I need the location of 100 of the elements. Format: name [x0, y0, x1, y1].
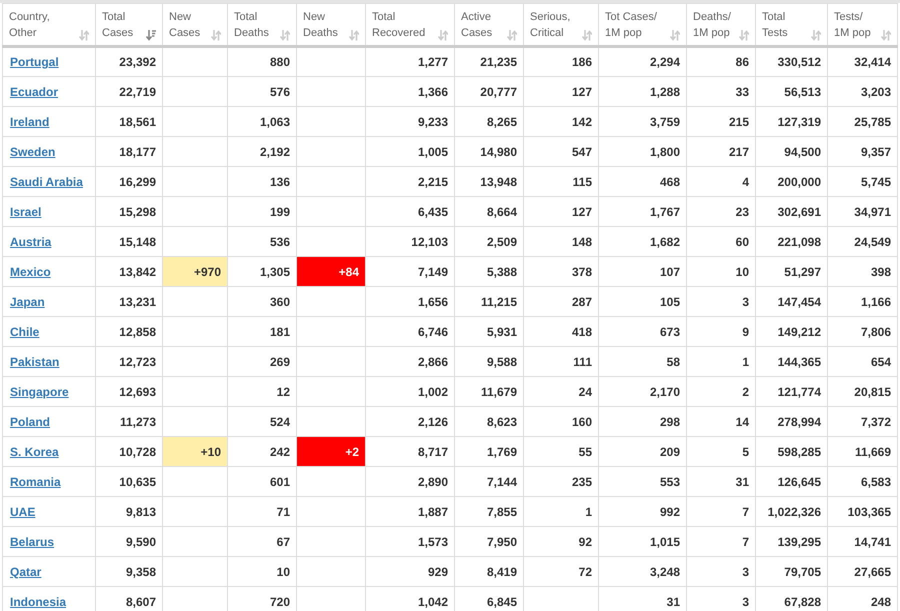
table-cell: 1,800: [598, 136, 686, 166]
country-link[interactable]: Ireland: [10, 114, 50, 128]
table-cell: 149,212: [756, 316, 828, 346]
column-header[interactable]: Total Recovered: [366, 4, 454, 46]
header-label: Deaths/ 1M pop: [693, 10, 731, 40]
table-cell: 576: [228, 76, 296, 106]
table-cell: 18,561: [96, 106, 162, 136]
table-cell: 24: [524, 376, 598, 406]
column-header[interactable]: Serious, Critical: [524, 4, 598, 46]
table-cell: 398: [828, 256, 898, 286]
table-cell: 115: [524, 166, 598, 196]
table-cell: [296, 166, 366, 196]
table-cell: 3: [686, 286, 756, 316]
column-header[interactable]: Total Deaths: [228, 4, 296, 46]
table-cell: [162, 526, 228, 556]
table-cell: 105: [598, 286, 686, 316]
table-cell: 598,285: [756, 436, 828, 466]
table-cell: 12,103: [366, 226, 454, 256]
table-cell: 7: [686, 496, 756, 526]
country-link[interactable]: UAE: [10, 504, 36, 518]
table-cell: 9,357: [828, 136, 898, 166]
table-cell: 536: [228, 226, 296, 256]
table-cell: 11,679: [454, 376, 524, 406]
header-label: Total Tests: [762, 10, 788, 40]
table-cell: [162, 346, 228, 376]
table-cell: 199: [228, 196, 296, 226]
column-header[interactable]: Total Tests: [756, 4, 828, 46]
table-cell: 12,723: [96, 346, 162, 376]
table-cell: 1,573: [366, 526, 454, 556]
table-cell: 1,767: [598, 196, 686, 226]
table-cell: 6,435: [366, 196, 454, 226]
table-cell: 1,769: [454, 436, 524, 466]
table-cell: 11,273: [96, 406, 162, 436]
table-cell: 8,664: [454, 196, 524, 226]
table-cell: 302,691: [756, 196, 828, 226]
table-cell: 1: [524, 496, 598, 526]
country-link[interactable]: Japan: [10, 294, 45, 308]
table-cell: 34,971: [828, 196, 898, 226]
column-header[interactable]: New Deaths: [296, 4, 366, 46]
column-header[interactable]: Country, Other: [2, 4, 96, 46]
column-header[interactable]: Total Cases: [96, 4, 162, 46]
country-link[interactable]: Qatar: [10, 564, 42, 578]
table-cell: 360: [228, 286, 296, 316]
sort-icon: [280, 30, 290, 40]
table-cell: [162, 556, 228, 586]
table-cell: 1,288: [598, 76, 686, 106]
sort-icon: [438, 30, 448, 40]
table-cell: 1,005: [366, 136, 454, 166]
table-cell: 1,002: [366, 376, 454, 406]
table-cell: [162, 76, 228, 106]
table-cell: 5,931: [454, 316, 524, 346]
table-cell: 7,149: [366, 256, 454, 286]
table-cell: 1,166: [828, 286, 898, 316]
table-cell: 418: [524, 316, 598, 346]
table-cell: 142: [524, 106, 598, 136]
country-link[interactable]: Chile: [10, 324, 40, 338]
table-cell: 23,392: [96, 46, 162, 76]
column-header[interactable]: Deaths/ 1M pop: [686, 4, 756, 46]
table-cell: [296, 196, 366, 226]
table-cell: 10: [228, 556, 296, 586]
table-cell: 9,813: [96, 496, 162, 526]
table-cell: 200,000: [756, 166, 828, 196]
table-cell: 55: [524, 436, 598, 466]
table-cell: 8,717: [366, 436, 454, 466]
column-header[interactable]: Tot Cases/ 1M pop: [598, 4, 686, 46]
table-cell: 51,297: [756, 256, 828, 286]
table-cell: +10: [162, 436, 228, 466]
table-cell: [296, 496, 366, 526]
table-cell: [296, 76, 366, 106]
header-label: Total Cases: [102, 10, 134, 40]
sort-icon: [881, 30, 891, 40]
table-cell: 8,419: [454, 556, 524, 586]
table-cell: 13,948: [454, 166, 524, 196]
table-cell: 2,294: [598, 46, 686, 76]
table-cell: 14,741: [828, 526, 898, 556]
column-header[interactable]: New Cases: [162, 4, 228, 46]
table-cell: 21,235: [454, 46, 524, 76]
column-header[interactable]: Tests/ 1M pop: [828, 4, 898, 46]
table-cell: 139,295: [756, 526, 828, 556]
table-cell: 553: [598, 466, 686, 496]
table-cell: 126,645: [756, 466, 828, 496]
table-cell: 547: [524, 136, 598, 166]
table-cell: +2: [296, 436, 366, 466]
table-cell: [162, 286, 228, 316]
table-cell: 9: [686, 316, 756, 346]
column-header[interactable]: Active Cases: [454, 4, 524, 46]
table-cell: 10,635: [96, 466, 162, 496]
table-cell: 3,203: [828, 76, 898, 106]
table-cell: 7,950: [454, 526, 524, 556]
table-cell: 2,170: [598, 376, 686, 406]
table-cell: 60: [686, 226, 756, 256]
sort-icon: [670, 30, 680, 40]
country-link[interactable]: Israel: [10, 204, 42, 218]
table-cell: 67: [228, 526, 296, 556]
table-cell: 14: [686, 406, 756, 436]
header-label: Serious, Critical: [530, 10, 570, 40]
table-cell: 2,215: [366, 166, 454, 196]
table-cell: 7,144: [454, 466, 524, 496]
table-cell: 5,388: [454, 256, 524, 286]
table-cell: 103,365: [828, 496, 898, 526]
